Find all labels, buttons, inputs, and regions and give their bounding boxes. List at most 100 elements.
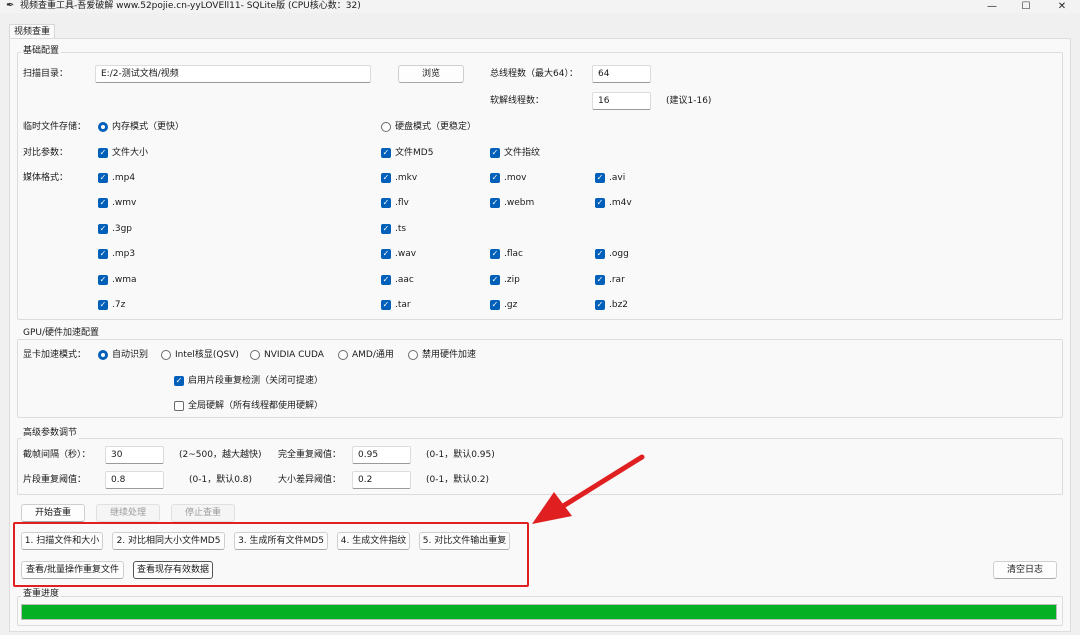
close-button[interactable]: ✕ <box>1040 0 1080 13</box>
scan-dir-input[interactable]: E:/2-测试文档/视频 <box>95 65 371 83</box>
format-label: .3gp <box>112 224 133 234</box>
decode-threads-label: 软解线程数： <box>490 96 545 106</box>
format-zip-checkbox[interactable]: ✓ .zip <box>490 274 520 286</box>
progress-bar <box>21 604 1057 620</box>
memory-mode-label: 内存模式（更快） <box>112 122 185 132</box>
format-label: .avi <box>609 173 626 183</box>
annotation-arrow-icon <box>532 454 645 524</box>
check-icon: ✓ <box>381 224 391 234</box>
check-icon: ✓ <box>490 249 500 259</box>
segment-threshold-input[interactable]: 0.8 <box>105 471 164 489</box>
compare-params-label: 对比参数： <box>23 148 69 158</box>
browse-button[interactable]: 浏览 <box>398 65 464 83</box>
format-label: .aac <box>395 275 414 285</box>
global-hw-label: 全局硬解（所有线程都使用硬解） <box>188 401 324 411</box>
format-label: .7z <box>112 300 126 310</box>
start-dedup-button[interactable]: 开始查重 <box>21 504 85 522</box>
basic-config-group <box>17 52 1063 320</box>
gpu-disable-radio[interactable]: 禁用硬件加速 <box>408 349 476 361</box>
continue-button[interactable]: 继续处理 <box>96 504 160 522</box>
format-label: .flv <box>395 198 409 208</box>
gpu-intel-label: Intel核显(QSV) <box>175 350 239 360</box>
gpu-nvidia-label: NVIDIA CUDA <box>264 350 324 360</box>
threads-input[interactable]: 64 <box>592 65 651 83</box>
compare-fingerprint-checkbox[interactable]: ✓ 文件指纹 <box>490 147 540 159</box>
gpu-intel-radio[interactable]: Intel核显(QSV) <box>161 349 239 361</box>
format-flv-checkbox[interactable]: ✓ .flv <box>381 197 409 209</box>
check-icon: ✓ <box>595 249 605 259</box>
format-gz-checkbox[interactable]: ✓ .gz <box>490 299 517 311</box>
highlight-box <box>13 522 529 587</box>
check-icon: ✓ <box>381 275 391 285</box>
radio-indicator <box>381 122 391 132</box>
check-icon: ✓ <box>98 224 108 234</box>
format-3gp-checkbox[interactable]: ✓ .3gp <box>98 223 132 235</box>
compare-md5-checkbox[interactable]: ✓ 文件MD5 <box>381 147 433 159</box>
memory-mode-radio[interactable]: 内存模式（更快） <box>98 121 184 133</box>
interval-input[interactable]: 30 <box>105 446 164 464</box>
check-icon: ✓ <box>490 148 500 158</box>
check-icon: ✓ <box>381 249 391 259</box>
format-ogg-checkbox[interactable]: ✓ .ogg <box>595 248 629 260</box>
format-ts-checkbox[interactable]: ✓ .ts <box>381 223 406 235</box>
format-label: .mov <box>504 173 527 183</box>
format-mkv-checkbox[interactable]: ✓ .mkv <box>381 172 417 184</box>
progress-title: 查重进度 <box>21 589 62 600</box>
format-label: .tar <box>395 300 411 310</box>
check-icon: ✓ <box>595 275 605 285</box>
format-wav-checkbox[interactable]: ✓ .wav <box>381 248 416 260</box>
check-icon: ✓ <box>381 173 391 183</box>
format-tar-checkbox[interactable]: ✓ .tar <box>381 299 411 311</box>
check-icon: ✓ <box>595 300 605 310</box>
format-mov-checkbox[interactable]: ✓ .mov <box>490 172 526 184</box>
radio-indicator <box>98 350 108 360</box>
format-label: .wma <box>112 275 137 285</box>
disk-mode-radio[interactable]: 硬盘模式（更稳定） <box>381 121 476 133</box>
format-avi-checkbox[interactable]: ✓ .avi <box>595 172 625 184</box>
decode-threads-hint: (建议1-16) <box>666 96 712 106</box>
check-icon: ✓ <box>98 198 108 208</box>
unchecked-box-icon: ✓ <box>174 401 184 411</box>
tab-video-dedup[interactable]: 视频查重 <box>9 24 56 39</box>
format-aac-checkbox[interactable]: ✓ .aac <box>381 274 414 286</box>
gpu-nvidia-radio[interactable]: NVIDIA CUDA <box>250 349 324 361</box>
segment-detect-checkbox[interactable]: ✓ 启用片段重复检测（关闭可提速） <box>174 375 323 387</box>
format-bz2-checkbox[interactable]: ✓ .bz2 <box>595 299 628 311</box>
format-mp3-checkbox[interactable]: ✓ .mp3 <box>98 248 135 260</box>
global-hw-checkbox[interactable]: ✓ 全局硬解（所有线程都使用硬解） <box>174 400 323 412</box>
feather-icon: ✒ <box>6 0 15 11</box>
format-mp4-checkbox[interactable]: ✓ .mp4 <box>98 172 135 184</box>
format-7z-checkbox[interactable]: ✓ .7z <box>98 299 125 311</box>
format-label: .mkv <box>395 173 418 183</box>
format-m4v-checkbox[interactable]: ✓ .m4v <box>595 197 632 209</box>
scan-dir-label: 扫描目录： <box>23 69 69 79</box>
full-threshold-input[interactable]: 0.95 <box>352 446 411 464</box>
gpu-auto-radio[interactable]: 自动识别 <box>98 349 148 361</box>
format-label: .wav <box>395 249 417 259</box>
check-icon: ✓ <box>490 198 500 208</box>
gpu-amd-radio[interactable]: AMD/通用 <box>338 349 394 361</box>
gpu-config-title: GPU/硬件加速配置 <box>21 328 102 339</box>
size-threshold-input[interactable]: 0.2 <box>352 471 411 489</box>
format-label: .ogg <box>609 249 629 259</box>
check-icon: ✓ <box>174 376 184 386</box>
format-flac-checkbox[interactable]: ✓ .flac <box>490 248 523 260</box>
progress-bar-fill <box>22 605 1056 619</box>
size-threshold-hint: (0-1，默认0.2) <box>426 475 490 485</box>
format-rar-checkbox[interactable]: ✓ .rar <box>595 274 625 286</box>
gpu-mode-label: 显卡加速模式： <box>23 350 87 360</box>
format-label: .wmv <box>112 198 137 208</box>
gpu-disable-label: 禁用硬件加速 <box>422 350 477 360</box>
radio-indicator <box>250 350 260 360</box>
format-webm-checkbox[interactable]: ✓ .webm <box>490 197 534 209</box>
check-icon: ✓ <box>98 275 108 285</box>
decode-threads-input[interactable]: 16 <box>592 92 651 110</box>
segment-threshold-label: 片段重复阈值： <box>23 475 87 485</box>
compare-size-checkbox[interactable]: ✓ 文件大小 <box>98 147 148 159</box>
stop-dedup-button[interactable]: 停止查重 <box>171 504 235 522</box>
clear-log-button[interactable]: 清空日志 <box>993 561 1057 579</box>
segment-detect-label: 启用片段重复检测（关闭可提速） <box>188 376 324 386</box>
format-wmv-checkbox[interactable]: ✓ .wmv <box>98 197 136 209</box>
segment-threshold-hint: (0-1，默认0.8) <box>189 475 253 485</box>
format-wma-checkbox[interactable]: ✓ .wma <box>98 274 137 286</box>
